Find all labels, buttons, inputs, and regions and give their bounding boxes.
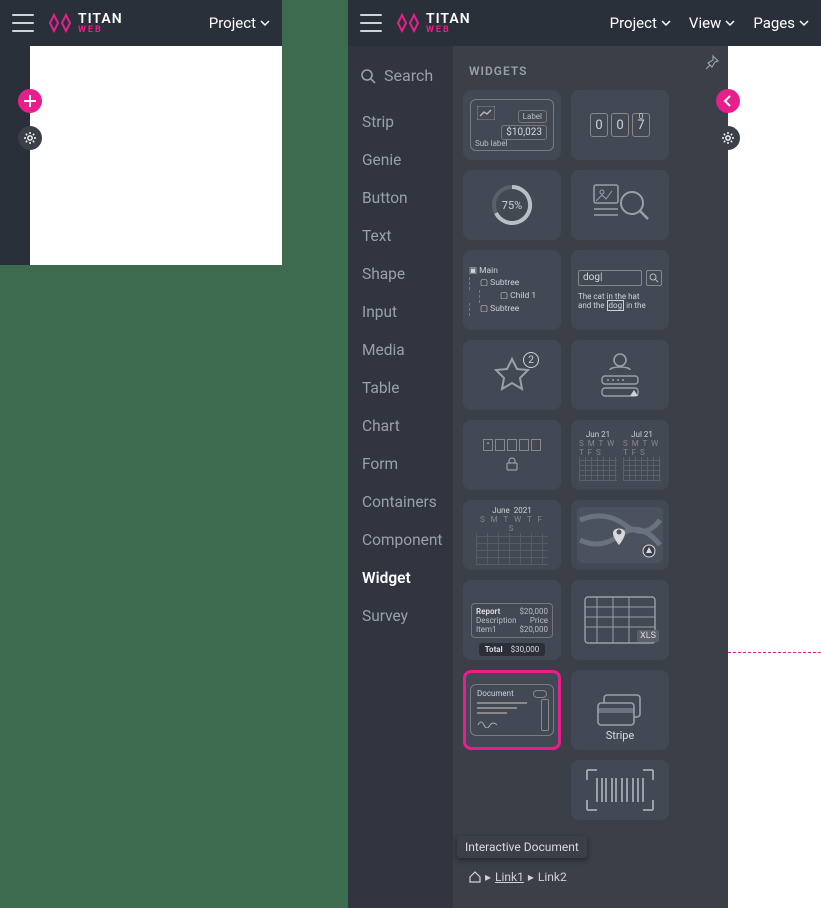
chevron-down-icon <box>799 18 809 28</box>
credit-card-icon <box>596 693 644 727</box>
image-search-icon <box>590 183 650 227</box>
widget-tile-text-search[interactable]: dog| The cat in the hat and the dog in t… <box>571 250 669 330</box>
cat-table[interactable]: Table <box>348 369 453 407</box>
brand-name: TITAN <box>426 12 471 26</box>
hamburger-icon[interactable] <box>360 14 382 32</box>
cat-component[interactable]: Component <box>348 521 453 559</box>
project-menu-label: Project <box>209 14 256 32</box>
cat-chart[interactable]: Chart <box>348 407 453 445</box>
project-menu[interactable]: Project <box>610 14 671 32</box>
cat-containers[interactable]: Containers <box>348 483 453 521</box>
trend-up-icon <box>477 106 495 120</box>
cat-media[interactable]: Media <box>348 331 453 369</box>
gear-icon <box>721 131 735 145</box>
brand-logo: TITAN WEB <box>396 11 471 35</box>
widget-tile-image-search[interactable] <box>571 170 669 240</box>
chevron-left-icon <box>721 94 735 108</box>
widget-tile-map[interactable] <box>571 500 669 570</box>
pages-menu[interactable]: Pages <box>753 14 809 32</box>
widget-tile-calendar[interactable]: June 2021 S M T W T F S <box>463 500 561 570</box>
cat-widget[interactable]: Widget <box>348 559 453 597</box>
category-sidebar: Search Strip Genie Button Text Shape Inp… <box>348 46 453 908</box>
widget-tile-barcode[interactable] <box>571 760 669 820</box>
cat-text[interactable]: Text <box>348 217 453 255</box>
logo-mark-icon <box>48 11 72 35</box>
cat-input[interactable]: Input <box>348 293 453 331</box>
chevron-down-icon <box>661 18 671 28</box>
home-icon[interactable] <box>469 871 481 883</box>
cat-form[interactable]: Form <box>348 445 453 483</box>
cat-genie[interactable]: Genie <box>348 141 453 179</box>
widget-tile-metric[interactable]: Label $10,023 Sub label <box>463 90 561 160</box>
widget-tile-stripe[interactable]: Stripe <box>571 670 669 750</box>
widget-tile-rating[interactable]: 2 <box>463 340 561 410</box>
settings-button[interactable] <box>716 126 740 150</box>
widget-tile-spreadsheet[interactable]: XLS <box>571 580 669 660</box>
chevron-down-icon <box>260 18 270 28</box>
brand-name: TITAN <box>78 12 123 26</box>
barcode-icon <box>585 768 655 812</box>
signature-icon <box>477 718 501 728</box>
search-label: Search <box>384 66 433 85</box>
add-button[interactable] <box>18 89 42 113</box>
left-topbar: TITAN WEB Project <box>0 0 282 46</box>
login-icon <box>590 350 650 400</box>
cat-button[interactable]: Button <box>348 179 453 217</box>
widget-tile-tree[interactable]: ▣ Main ▢ Subtree ▢ Child 1 ▢ Subtree <box>463 250 561 330</box>
settings-button[interactable] <box>18 126 42 150</box>
widget-tile-interactive-document[interactable]: Document <box>463 670 561 750</box>
widget-tile-login[interactable] <box>571 340 669 410</box>
widget-tile-report[interactable]: Report$20,000 DescriptionPrice Item1$20,… <box>463 580 561 660</box>
left-app-window: TITAN WEB Project <box>0 0 282 265</box>
breadcrumb-link2[interactable]: Link2 <box>538 870 567 884</box>
left-canvas[interactable] <box>30 46 282 265</box>
guide-line <box>728 652 821 653</box>
panel-title: WIDGETS <box>469 64 718 78</box>
right-canvas[interactable] <box>728 46 821 908</box>
project-menu[interactable]: Project <box>209 14 270 32</box>
view-menu[interactable]: View <box>689 14 735 32</box>
search-icon <box>649 273 659 283</box>
right-topbar: TITAN WEB Project View Pages <box>348 0 821 46</box>
tooltip-interactive-document: Interactive Document <box>457 836 587 858</box>
map-icon <box>575 505 665 565</box>
hamburger-icon[interactable] <box>12 14 34 32</box>
brand-logo: TITAN WEB <box>48 11 123 35</box>
widgets-panel: WIDGETS Label $10,023 Sub label 0 0 <box>453 46 728 908</box>
gear-icon <box>23 131 37 145</box>
breadcrumb: ▸ Link1 ▸ Link2 <box>463 870 567 884</box>
pin-icon[interactable] <box>704 54 720 70</box>
logo-mark-icon <box>396 11 420 35</box>
chevron-down-icon <box>725 18 735 28</box>
widget-tile-odometer[interactable]: 0 0 0 7 <box>571 90 669 160</box>
cat-strip[interactable]: Strip <box>348 103 453 141</box>
brand-sub: WEB <box>426 26 471 35</box>
cat-survey[interactable]: Survey <box>348 597 453 635</box>
widget-tile-date-range[interactable]: Jun 21 S M T W T F S Jul 21 S M T W T F … <box>571 420 669 490</box>
cat-shape[interactable]: Shape <box>348 255 453 293</box>
widget-tile-gauge[interactable]: 75% <box>463 170 561 240</box>
collapse-button[interactable] <box>716 89 740 113</box>
widget-tile-locked[interactable]: • <box>463 420 561 490</box>
breadcrumb-link1[interactable]: Link1 <box>495 870 524 884</box>
plus-icon <box>23 94 37 108</box>
search-icon <box>360 68 376 84</box>
brand-sub: WEB <box>78 26 123 35</box>
search-row[interactable]: Search <box>348 66 453 103</box>
lock-icon <box>506 457 518 471</box>
